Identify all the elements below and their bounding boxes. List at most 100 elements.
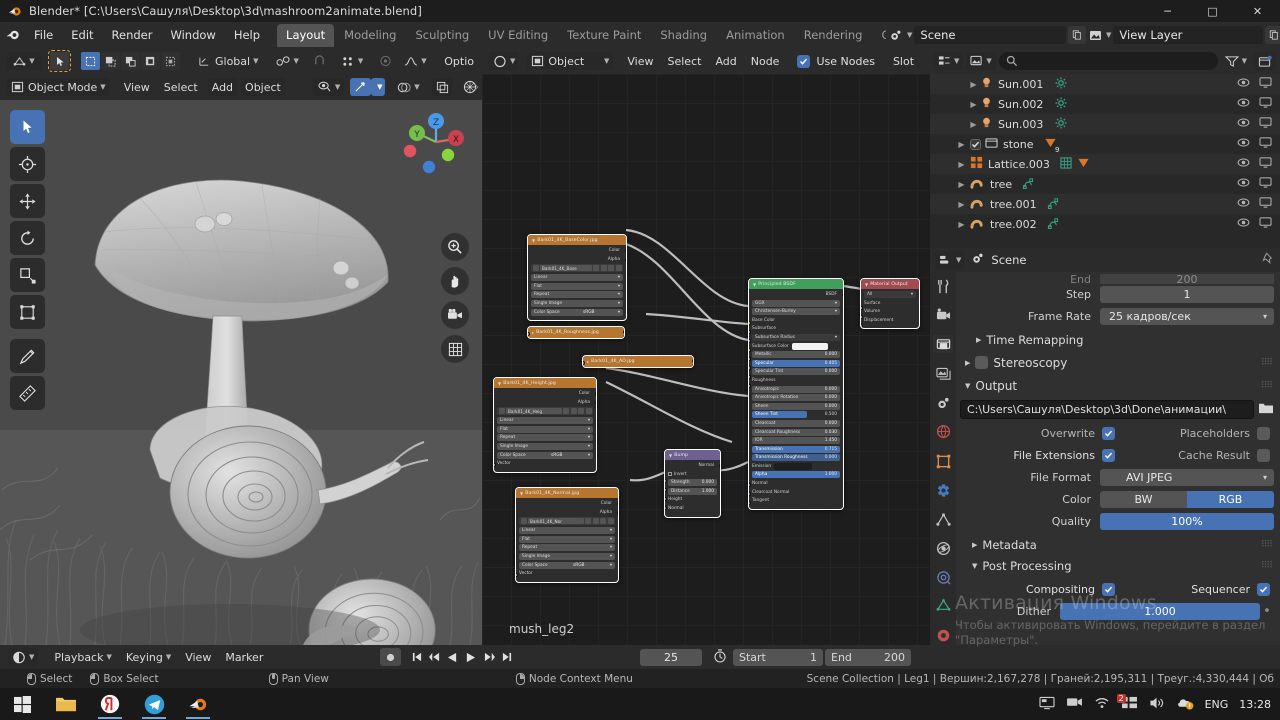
- node-output-color[interactable]: Color: [497, 390, 593, 397]
- tool-tweak-select[interactable]: [10, 110, 45, 144]
- node-input-vector[interactable]: Vector: [519, 570, 615, 577]
- node-projection-field[interactable]: Flat ▾: [531, 282, 623, 290]
- file-format-row[interactable]: File Format AVI JPEG: [960, 468, 1274, 487]
- socket-base-color-in[interactable]: [749, 321, 751, 325]
- node-output-bsdf[interactable]: BSDF: [752, 291, 840, 298]
- current-frame-field[interactable]: 25: [640, 648, 702, 666]
- image-unlink-icon[interactable]: [615, 265, 622, 272]
- node-extension-field[interactable]: Repeat ▾: [497, 434, 593, 442]
- node-image-texture-height[interactable]: ▼ Bark01_4K_Height.jpg Color Alpha Bark0…: [493, 377, 597, 473]
- menu-help[interactable]: Help: [226, 25, 268, 45]
- outliner-filter-button[interactable]: ▼: [1221, 52, 1251, 70]
- use-nodes-checkbox[interactable]: [797, 54, 811, 68]
- expand-triangle-icon[interactable]: ▶: [968, 100, 979, 109]
- node-image-texture-ao[interactable]: ▸ Bark01_4K_AO.jpg: [582, 355, 694, 368]
- new-scene-button[interactable]: [1068, 26, 1087, 44]
- shader-type-selector[interactable]: Object ▼: [527, 52, 614, 70]
- color-row[interactable]: Color BW RGB: [960, 490, 1274, 509]
- scene-browse-icon[interactable]: ▼: [886, 26, 915, 44]
- node-strength-field[interactable]: Strength 0.000: [668, 479, 717, 487]
- quality-row[interactable]: Quality 100%: [960, 512, 1274, 531]
- disable-in-renders-icon[interactable]: [1259, 197, 1272, 211]
- sun-data-icon[interactable]: [1055, 96, 1067, 112]
- node-source-field[interactable]: Single Image ▾: [531, 299, 623, 307]
- socket-surface-in[interactable]: [861, 306, 863, 310]
- frame-step-field[interactable]: 1: [1100, 286, 1274, 303]
- compositing-checkbox[interactable]: [1102, 583, 1115, 596]
- select-set-button[interactable]: [81, 52, 100, 70]
- node-output-alpha[interactable]: Alpha: [519, 509, 615, 516]
- invert-checkbox[interactable]: [668, 472, 672, 477]
- image-unlink-icon[interactable]: [585, 408, 592, 415]
- socket-bsdf-out[interactable]: [841, 293, 843, 297]
- node-image-browse-row[interactable]: Bark01_4K_Nor: [519, 517, 615, 526]
- socket-in[interactable]: [583, 361, 585, 365]
- socket-specular-tint-in[interactable]: [749, 375, 751, 379]
- image-name-field[interactable]: Bark01_4K_Base: [540, 265, 592, 272]
- input-anisotropic[interactable]: Anisotropic 0.000: [752, 385, 840, 393]
- input-ior[interactable]: IOR 1.450: [752, 437, 840, 445]
- input-emission-swatch[interactable]: [774, 462, 813, 470]
- image-name-field[interactable]: Bark01_4K_Heig: [506, 408, 562, 415]
- tab-sculpting[interactable]: Sculpting: [406, 24, 478, 47]
- display-icon[interactable]: [1039, 696, 1055, 713]
- socket-subsurface-color-in[interactable]: [749, 348, 751, 352]
- tab-layout[interactable]: Layout: [277, 23, 335, 47]
- collapse-triangle-icon[interactable]: ▼: [520, 491, 523, 496]
- mesh-data-icon[interactable]: 9: [1044, 137, 1061, 154]
- outliner-row-sun-003[interactable]: ▶ Sun.003: [930, 114, 1280, 134]
- input-clearcoat[interactable]: Clearcoat 0.000: [752, 419, 840, 427]
- socket-metallic-in[interactable]: [749, 357, 751, 361]
- socket-alpha-out[interactable]: [624, 258, 626, 262]
- maximize-button[interactable]: □: [1190, 0, 1235, 22]
- disable-in-renders-icon[interactable]: [1259, 77, 1272, 91]
- hide-in-viewport-icon[interactable]: [1237, 157, 1250, 171]
- properties-editor-type-selector[interactable]: ▼: [935, 251, 966, 269]
- expand-triangle-icon[interactable]: ▶: [956, 160, 967, 169]
- tab-output[interactable]: [933, 335, 953, 354]
- node-projection-field[interactable]: Flat ▾: [497, 425, 593, 433]
- collapse-triangle-icon[interactable]: ▸: [532, 330, 534, 335]
- image-pack-icon[interactable]: [592, 518, 599, 525]
- outliner-row-tree-001[interactable]: ▶ tree.001: [930, 194, 1280, 214]
- node-interpolation-field[interactable]: Linear ▾: [531, 274, 623, 282]
- tab-scene[interactable]: [933, 394, 953, 412]
- quality-slider[interactable]: 100%: [1100, 513, 1274, 530]
- viewport-options-button[interactable]: Optio: [440, 52, 478, 70]
- socket-normal-in[interactable]: [665, 506, 667, 510]
- output-path-field[interactable]: C:\Users\Сашуля\Desktop\3d\Done\анимации…: [960, 400, 1254, 419]
- outliner-tree[interactable]: ▶ Sun.001 ▶ Sun.002 ▶ Sun.003 ▶ stone 9 …: [930, 74, 1280, 234]
- node-editor-type-selector[interactable]: ▼: [489, 52, 520, 70]
- hide-in-viewport-icon[interactable]: [1237, 117, 1250, 131]
- expand-triangle-icon[interactable]: ▶: [968, 80, 979, 89]
- input-alpha[interactable]: Alpha 1.000: [752, 471, 840, 479]
- node-image-texture-normal[interactable]: ▼ Bark01_4K_Normal.jpg Color Alpha Bark0…: [515, 487, 619, 583]
- frame-rate-dropdown[interactable]: 25 кадров/сек: [1100, 308, 1274, 325]
- socket-alpha-out[interactable]: [616, 511, 618, 515]
- disable-in-renders-icon[interactable]: [1259, 217, 1272, 231]
- node-header[interactable]: ▸ Bark01_4K_AO.jpg: [583, 356, 693, 367]
- scene-name-field[interactable]: Scene: [914, 26, 1067, 44]
- socket-color-out[interactable]: [622, 330, 624, 334]
- collapse-triangle-icon[interactable]: ▼: [532, 238, 535, 243]
- node-header[interactable]: ▼ Principled BSDF: [749, 279, 843, 289]
- properties-content[interactable]: End 200 Step 1 Frame Rate 25 кадров/сек …: [956, 272, 1280, 645]
- tab-view-layer[interactable]: [933, 364, 953, 382]
- sequencer-checkbox[interactable]: [1257, 583, 1270, 596]
- outliner-search-box[interactable]: [998, 52, 1218, 70]
- socket-displacement-in[interactable]: [861, 324, 863, 328]
- output-input-displacement[interactable]: Displacement: [864, 318, 894, 323]
- tab-shading[interactable]: Shading: [651, 24, 716, 47]
- expand-triangle-icon[interactable]: ▶: [976, 336, 981, 344]
- disable-in-renders-icon[interactable]: [1259, 137, 1272, 151]
- node-material-output[interactable]: ▼ Material Output All ▾ Surface Volume Di…: [860, 278, 920, 330]
- node-output-normal[interactable]: Normal: [668, 462, 717, 469]
- tab-uv-editing[interactable]: UV Editing: [479, 24, 557, 47]
- tool-measure[interactable]: [10, 376, 45, 410]
- outliner-row-stone[interactable]: ▶ stone 9: [930, 134, 1280, 154]
- image-browse-icon[interactable]: [520, 518, 527, 525]
- lattice-data-icon[interactable]: [1060, 156, 1072, 172]
- tool-cursor[interactable]: [10, 147, 45, 181]
- node-principled-bsdf[interactable]: ▼ Principled BSDF BSDF GGX ▾ Christensen-…: [748, 278, 844, 510]
- input-transmission-roughness[interactable]: Transmission Roughness 0.000: [752, 454, 840, 462]
